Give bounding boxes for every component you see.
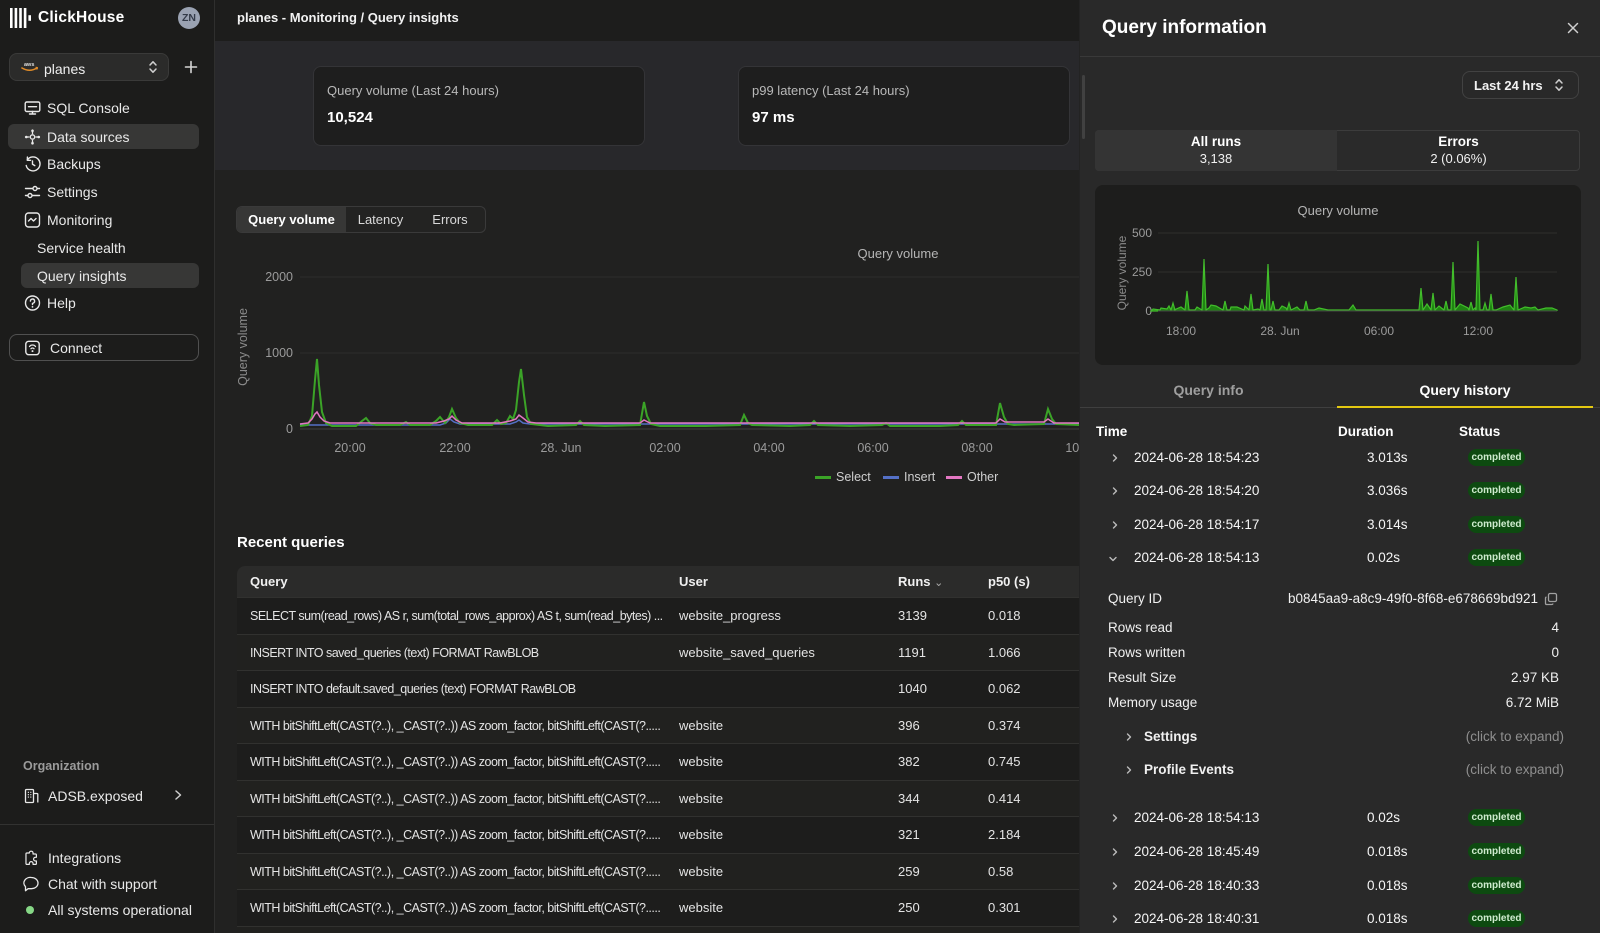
svg-text:aws: aws	[24, 62, 34, 68]
